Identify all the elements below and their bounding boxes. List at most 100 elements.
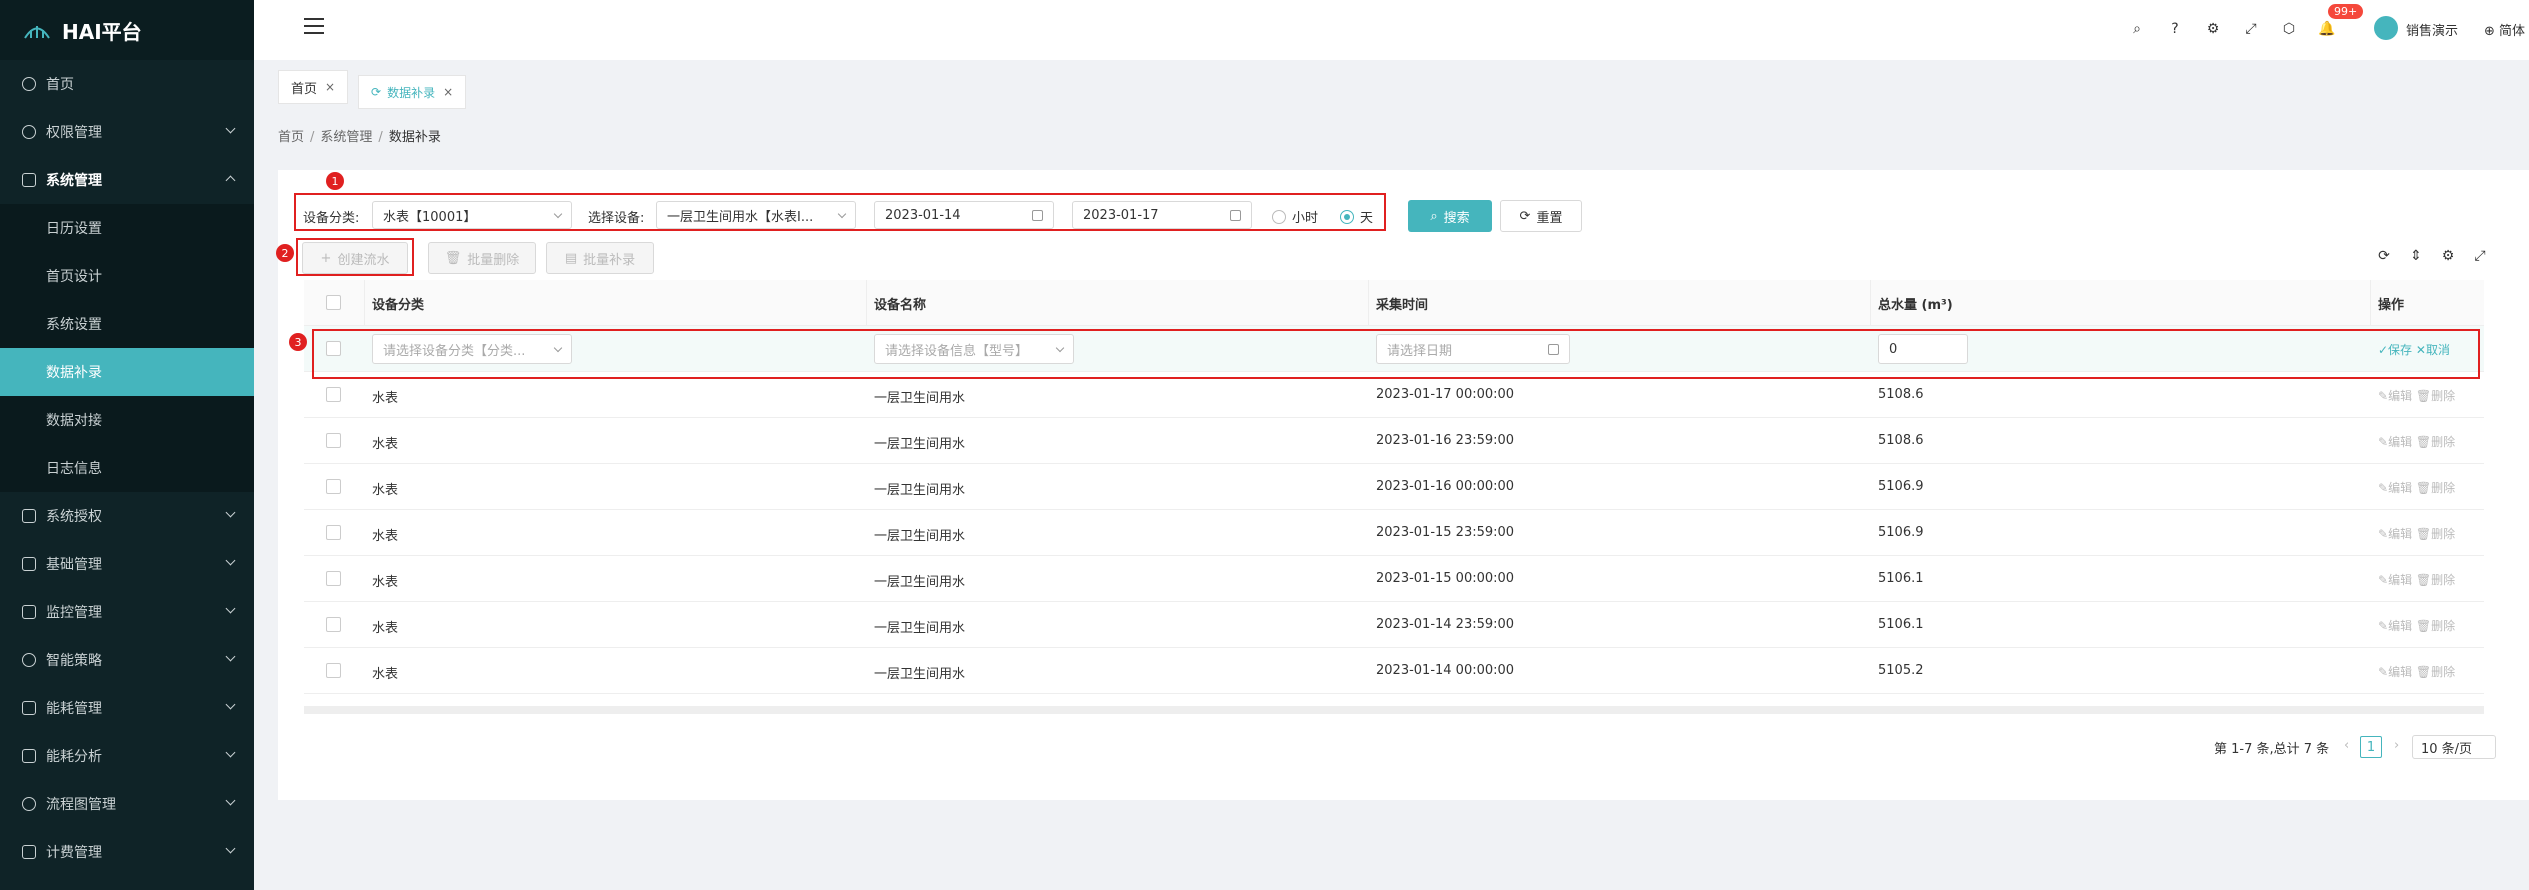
sidebar-item-billing[interactable]: 计费管理 <box>0 828 254 876</box>
fullscreen-icon[interactable]: ⤢ <box>2242 20 2260 38</box>
device-select[interactable]: 一层卫生间用水【水表I... <box>656 201 856 229</box>
delete-button[interactable]: 删除 <box>2431 435 2455 449</box>
close-icon[interactable]: × <box>325 80 335 94</box>
avatar[interactable] <box>2374 16 2398 40</box>
next-page-icon[interactable]: › <box>2394 738 2399 753</box>
tab-data-supplement[interactable]: ⟳ 数据补录 × <box>358 75 467 109</box>
sidebar-item-label: 系统管理 <box>46 173 102 189</box>
reset-button[interactable]: ⟳ 重置 <box>1500 200 1582 232</box>
tab-label: 数据补录 <box>387 85 436 100</box>
edit-icon: ✎ <box>2378 573 2389 587</box>
cell-time: 2023-01-17 00:00:00 <box>1376 387 1515 402</box>
reload-icon[interactable]: ⟳ <box>2376 248 2392 264</box>
column-header: 设备名称 <box>874 298 927 313</box>
cell-category: 水表 <box>372 391 399 406</box>
sidebar-item-system[interactable]: 系统管理 <box>0 156 254 204</box>
sidebar-item-strategy[interactable]: 智能策略 <box>0 636 254 684</box>
create-flow-button[interactable]: + 创建流水 <box>302 242 408 274</box>
category-select[interactable]: 水表【10001】 <box>372 201 572 229</box>
sidebar-item-permissions[interactable]: 权限管理 <box>0 108 254 156</box>
sidebar-item-home[interactable]: 首页 <box>0 60 254 108</box>
edit-button[interactable]: 编辑 <box>2388 527 2412 541</box>
sidebar-item-monitor[interactable]: 监控管理 <box>0 588 254 636</box>
cell-total: 5106.1 <box>1878 571 1924 586</box>
chevron-down-icon <box>225 747 236 758</box>
radio-day[interactable]: 天 <box>1340 207 1373 226</box>
annotation-marker-3: 3 <box>289 333 307 351</box>
horizontal-scrollbar[interactable] <box>304 706 2484 714</box>
edit-button[interactable]: 编辑 <box>2388 389 2412 403</box>
select-all-checkbox[interactable] <box>326 295 341 310</box>
row-checkbox[interactable] <box>326 663 341 678</box>
prev-page-icon[interactable]: ‹ <box>2344 738 2349 753</box>
row-checkbox[interactable] <box>326 387 341 402</box>
table-row: 水表 一层卫生间用水 2023-01-16 23:59:00 5108.6 ✎编辑 🗑删… <box>304 418 2484 464</box>
sidebar-item-energy[interactable]: 能耗管理 <box>0 684 254 732</box>
gear-icon[interactable]: ⚙ <box>2440 248 2456 264</box>
bell-icon[interactable]: 🔔 <box>2318 20 2336 38</box>
app-logo[interactable]: HAI平台 <box>0 0 254 60</box>
language-switch[interactable]: ⊕ 简体 <box>2484 20 2525 39</box>
device-label: 选择设备: <box>588 211 645 226</box>
end-date-input[interactable]: 2023-01-17 <box>1072 201 1252 229</box>
delete-button[interactable]: 删除 <box>2431 527 2455 541</box>
sidebar-item-label: 能耗管理 <box>46 701 102 717</box>
sidebar-item-label: 监控管理 <box>46 605 102 621</box>
row-checkbox[interactable] <box>326 479 341 494</box>
edit-button[interactable]: 编辑 <box>2388 665 2412 679</box>
sidebar-subitem-logs[interactable]: 日志信息 <box>0 444 254 492</box>
sidebar-item-energy-analysis[interactable]: 能耗分析 <box>0 732 254 780</box>
row-checkbox[interactable] <box>326 525 341 540</box>
search-icon[interactable]: ⌕ <box>2128 20 2146 38</box>
start-date-input[interactable]: 2023-01-14 <box>874 201 1054 229</box>
breadcrumb-item[interactable]: 首页 <box>278 130 304 145</box>
sidebar-item-authorization[interactable]: 系统授权 <box>0 492 254 540</box>
row-checkbox[interactable] <box>326 433 341 448</box>
page-number-current[interactable]: 1 <box>2360 736 2382 758</box>
sidebar-subitem-system-settings[interactable]: 系统设置 <box>0 300 254 348</box>
table-row: 水表 一层卫生间用水 2023-01-15 00:00:00 5106.1 ✎编辑 🗑删… <box>304 556 2484 602</box>
edit-button[interactable]: 编辑 <box>2388 619 2412 633</box>
sidebar-subitem-home-design[interactable]: 首页设计 <box>0 252 254 300</box>
cell-category: 水表 <box>372 667 399 682</box>
sidebar-item-basic[interactable]: 基础管理 <box>0 540 254 588</box>
radio-hour[interactable]: 小时 <box>1272 207 1318 226</box>
batch-add-button[interactable]: ▤ 批量补录 <box>546 242 654 274</box>
batch-delete-button[interactable]: 🗑 批量删除 <box>428 242 536 274</box>
edit-button[interactable]: 编辑 <box>2388 435 2412 449</box>
cube-icon[interactable]: ⬡ <box>2280 20 2298 38</box>
row-checkbox[interactable] <box>326 571 341 586</box>
column-height-icon[interactable]: ⇕ <box>2408 248 2424 264</box>
delete-button[interactable]: 删除 <box>2431 619 2455 633</box>
delete-button[interactable]: 删除 <box>2431 389 2455 403</box>
user-name[interactable]: 销售演示 <box>2406 20 2458 39</box>
search-button[interactable]: ⌕ 搜索 <box>1408 200 1492 232</box>
gear-icon[interactable]: ⚙ <box>2204 20 2222 38</box>
breadcrumb-item[interactable]: 系统管理 <box>320 130 372 145</box>
table-row: 水表 一层卫生间用水 2023-01-15 23:59:00 5106.9 ✎编辑 🗑删… <box>304 510 2484 556</box>
column-header: 操作 <box>2378 298 2405 313</box>
edit-button[interactable]: 编辑 <box>2388 481 2412 495</box>
trash-icon: 🗑 <box>2415 527 2432 541</box>
sidebar-item-flowchart[interactable]: 流程图管理 <box>0 780 254 828</box>
tab-home[interactable]: 首页 × <box>278 70 349 104</box>
row-actions: ✎编辑 🗑删除 <box>2378 663 2455 680</box>
delete-button[interactable]: 删除 <box>2431 665 2455 679</box>
page-size-select[interactable]: 10 条/页 <box>2412 735 2496 759</box>
delete-button[interactable]: 删除 <box>2431 573 2455 587</box>
sidebar-subitem-data-supplement[interactable]: 数据补录 <box>0 348 254 396</box>
column-header: 采集时间 <box>1376 298 1429 313</box>
edit-button[interactable]: 编辑 <box>2388 573 2412 587</box>
fullscreen-icon[interactable]: ⤢ <box>2472 248 2488 264</box>
close-icon[interactable]: × <box>443 85 453 99</box>
row-checkbox[interactable] <box>326 617 341 632</box>
edit-icon: ✎ <box>2378 435 2389 449</box>
delete-button[interactable]: 删除 <box>2431 481 2455 495</box>
language-label: 简体 <box>2499 24 2526 39</box>
search-icon: ⌕ <box>1430 208 1438 224</box>
sidebar-subitem-data-docking[interactable]: 数据对接 <box>0 396 254 444</box>
help-icon[interactable]: ? <box>2166 20 2184 38</box>
sidebar-subitem-calendar[interactable]: 日历设置 <box>0 204 254 252</box>
menu-fold-icon[interactable] <box>304 18 324 36</box>
cell-device: 一层卫生间用水 <box>874 575 966 590</box>
